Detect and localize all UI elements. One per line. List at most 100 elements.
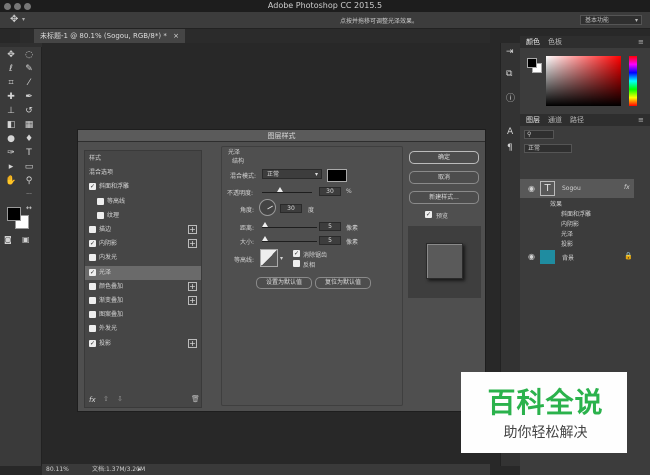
fx-menu-icon[interactable]: fx [89,396,96,404]
layer-row-background[interactable]: ◉ 背景 🔒 [520,248,634,266]
contour-preview[interactable] [260,249,278,267]
effect-item[interactable]: 光泽 [561,229,573,238]
style-row[interactable]: 外发光 [85,322,201,336]
add-effect-icon[interactable]: + [188,281,197,291]
layer-filter-select[interactable]: ⚲ [524,130,554,139]
rectangle-tool-icon[interactable]: ▭ [22,161,36,173]
clone-stamp-tool-icon[interactable]: ⊥ [4,105,18,117]
distance-slider[interactable] [262,227,317,228]
tab-paths[interactable]: 路径 [570,114,584,126]
add-effect-icon[interactable]: + [188,338,197,348]
reset-default-button[interactable]: 复位为默认值 [315,277,371,289]
effect-item[interactable]: 内阴影 [561,219,579,228]
style-row[interactable]: 混合选项 [85,166,201,180]
move-icon[interactable]: ✥ [10,14,18,25]
style-checkbox[interactable]: ✓ [89,339,96,347]
paragraph-panel-icon[interactable]: ¶ [507,143,513,153]
style-row[interactable]: 纹理 [85,209,201,223]
layer-row-sogou[interactable]: ◉ T Sogou fx [520,179,634,198]
workspace-select[interactable]: 基本功能 ▾ [580,15,642,25]
size-input[interactable]: 5 [319,236,341,245]
distance-slider-thumb[interactable] [262,222,268,227]
satin-color-swatch[interactable] [327,169,347,182]
angle-input[interactable]: 30 [280,204,302,213]
distance-input[interactable]: 5 [319,222,341,231]
angle-dial[interactable] [259,199,276,216]
style-row[interactable]: 图案叠加 [85,308,201,322]
crop-tool-icon[interactable]: ⌗ [4,77,18,89]
opacity-slider[interactable] [262,192,312,193]
blend-mode-select[interactable]: 正常 ▾ [262,169,322,179]
color-foreground-swatch[interactable] [527,58,537,68]
swap-colors-icon[interactable]: ↔ [26,204,32,212]
style-checkbox[interactable] [89,226,96,233]
minimize-window-button[interactable] [14,3,21,10]
brush-tool-icon[interactable]: ✒ [22,91,36,103]
zoom-window-button[interactable] [24,3,31,10]
style-checkbox[interactable]: ✓ [89,240,96,248]
path-select-tool-icon[interactable]: ▸ [4,161,18,173]
foreground-color-swatch[interactable] [7,207,21,221]
contour-chevron-down-icon[interactable]: ▾ [280,255,283,262]
style-row[interactable]: ✓ 斜面和浮雕 [85,180,201,194]
style-checkbox[interactable]: ✓ [89,268,96,276]
zoom-level[interactable]: 80.11% [46,464,69,475]
screen-mode-icon[interactable]: ▣ [22,235,30,244]
add-effect-icon[interactable]: + [188,296,197,305]
zoom-tool-icon[interactable]: ⚲ [22,175,36,187]
trash-icon[interactable]: 🗑 [191,395,200,403]
dodge-tool-icon[interactable]: ♦ [22,133,36,145]
cancel-button[interactable]: 取消 [409,171,479,184]
size-slider-thumb[interactable] [262,236,268,241]
style-checkbox[interactable] [97,197,104,205]
history-panel-icon[interactable]: ⇥ [506,47,514,57]
style-row[interactable]: ✓ 光泽 [85,265,201,280]
eyedropper-tool-icon[interactable]: ⁄ [22,77,36,89]
style-checkbox[interactable] [89,297,96,304]
tab-layers[interactable]: 图层 [526,114,540,126]
move-up-icon[interactable]: ⇧ [103,395,109,403]
style-row[interactable]: ✓ 投影 + [85,337,201,351]
lasso-tool-icon[interactable]: ℓ [4,63,18,75]
panel-menu-icon[interactable]: ≡ [638,36,644,48]
status-menu-icon[interactable]: ▸ [138,464,141,475]
style-row[interactable]: 描边 + [85,223,201,237]
character-panel-icon[interactable]: A [507,127,513,137]
opacity-slider-thumb[interactable] [277,187,283,192]
layer-name[interactable]: 背景 [562,253,574,262]
style-row[interactable]: 等高线 [85,195,201,209]
style-row[interactable]: ✓ 内阴影 + [85,237,201,251]
tab-color[interactable]: 颜色 [526,36,540,48]
invert-checkbox[interactable] [293,260,300,267]
style-row[interactable]: 渐变叠加 + [85,294,201,308]
pen-tool-icon[interactable]: ✑ [4,147,18,159]
style-checkbox[interactable] [97,211,104,219]
close-tab-icon[interactable]: × [173,32,179,40]
properties-panel-icon[interactable]: ⧉ [506,69,512,79]
move-down-icon[interactable]: ⇩ [117,395,123,403]
info-panel-icon[interactable]: ⓘ [506,91,515,104]
eye-icon[interactable]: ◉ [528,184,535,193]
preview-checkbox[interactable]: ✓ [425,211,432,218]
tab-channels[interactable]: 通道 [548,114,562,126]
style-checkbox[interactable] [89,254,96,262]
size-slider[interactable] [262,241,317,242]
add-effect-icon[interactable]: + [188,239,197,249]
style-row[interactable]: 颜色叠加 + [85,280,201,294]
eye-icon[interactable]: ◉ [528,252,535,261]
eraser-tool-icon[interactable]: ◧ [4,119,18,131]
opacity-input[interactable]: 30 [319,187,341,196]
more-tools-icon[interactable]: ··· [22,189,36,201]
add-effect-icon[interactable]: + [188,225,197,234]
marquee-tool-icon[interactable]: ◌ [22,49,36,61]
tools-panel-grip[interactable] [0,43,42,47]
healing-brush-tool-icon[interactable]: ✚ [4,91,18,103]
gradient-tool-icon[interactable]: ▦ [22,119,36,131]
tool-preset-chevron-down-icon[interactable]: ▾ [22,16,25,23]
blur-tool-icon[interactable]: ● [4,133,18,145]
layer-name[interactable]: Sogou [562,185,581,192]
antialias-checkbox[interactable]: ✓ [293,250,300,257]
color-picker-field[interactable] [546,56,621,106]
effect-item[interactable]: 投影 [561,239,573,248]
style-checkbox[interactable] [89,282,96,290]
